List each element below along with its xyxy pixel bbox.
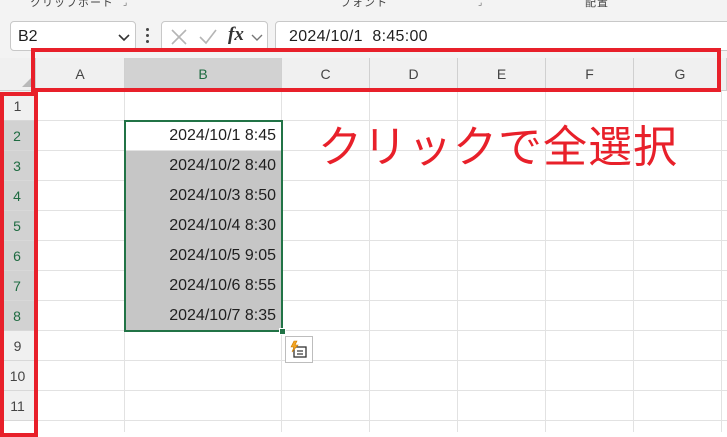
gridline bbox=[36, 420, 727, 421]
ribbon-strip: クリップボード ⌟ フォント ⌟ 配置 bbox=[0, 0, 727, 15]
fx-chevron-down-icon[interactable] bbox=[250, 30, 264, 44]
clipboard-expander-icon[interactable]: ⌟ bbox=[123, 0, 127, 8]
chevron-down-icon[interactable] bbox=[117, 30, 131, 44]
font-expander-icon[interactable]: ⌟ bbox=[478, 0, 482, 8]
ribbon-group-clipboard[interactable]: クリップボード bbox=[30, 0, 114, 10]
annotation-text: クリックで全選択 bbox=[318, 122, 678, 173]
cancel-x-icon[interactable] bbox=[170, 28, 188, 46]
row-header-7[interactable]: 7 bbox=[0, 271, 36, 301]
column-header-e[interactable]: E bbox=[458, 58, 546, 91]
row-header-10[interactable]: 10 bbox=[0, 361, 36, 391]
column-header-a[interactable]: A bbox=[36, 58, 125, 91]
row-header-2[interactable]: 2 bbox=[0, 121, 36, 151]
cell-b4[interactable]: 2024/10/3 8:50 bbox=[125, 181, 282, 211]
formula-bar: B2 fx 2024/10/1 8:45:00 bbox=[0, 14, 727, 58]
column-header-d[interactable]: D bbox=[370, 58, 458, 91]
fill-handle[interactable] bbox=[279, 328, 286, 335]
gridline bbox=[36, 390, 727, 391]
quick-analysis-icon[interactable] bbox=[285, 336, 313, 363]
gridline bbox=[721, 91, 722, 432]
gridline bbox=[36, 360, 727, 361]
formula-input[interactable]: 2024/10/1 8:45:00 bbox=[275, 21, 727, 51]
select-all-button[interactable] bbox=[0, 58, 36, 91]
cell-b2[interactable]: 2024/10/1 8:45 bbox=[125, 121, 282, 151]
row-header-8[interactable]: 8 bbox=[0, 301, 36, 331]
cell-b5[interactable]: 2024/10/4 8:30 bbox=[125, 211, 282, 241]
row-header-9[interactable]: 9 bbox=[0, 331, 36, 361]
column-header-g[interactable]: G bbox=[634, 58, 727, 91]
row-header-11[interactable]: 11 bbox=[0, 391, 36, 421]
column-header-f[interactable]: F bbox=[546, 58, 634, 91]
more-options-icon[interactable] bbox=[146, 26, 150, 46]
row-header-3[interactable]: 3 bbox=[0, 151, 36, 181]
row-header-1[interactable]: 1 bbox=[0, 91, 36, 121]
cell-b3[interactable]: 2024/10/2 8:40 bbox=[125, 151, 282, 181]
row-header-6[interactable]: 6 bbox=[0, 241, 36, 271]
checkmark-icon[interactable] bbox=[198, 28, 218, 46]
formula-text[interactable]: 2024/10/1 8:45:00 bbox=[289, 28, 428, 46]
row-header-4[interactable]: 4 bbox=[0, 181, 36, 211]
cell-b7[interactable]: 2024/10/6 8:55 bbox=[125, 271, 282, 301]
cell-b6[interactable]: 2024/10/5 9:05 bbox=[125, 241, 282, 271]
ribbon-group-font[interactable]: フォント bbox=[340, 0, 388, 10]
formula-buttons: fx bbox=[161, 21, 268, 51]
cell-b8[interactable]: 2024/10/7 8:35 bbox=[125, 301, 282, 331]
name-box[interactable]: B2 bbox=[10, 21, 136, 51]
name-box-value[interactable]: B2 bbox=[18, 28, 38, 46]
ribbon-group-alignment[interactable]: 配置 bbox=[585, 0, 609, 10]
row-header-5[interactable]: 5 bbox=[0, 211, 36, 241]
column-header-b[interactable]: B bbox=[125, 58, 282, 91]
column-header-c[interactable]: C bbox=[282, 58, 370, 91]
fx-icon[interactable]: fx bbox=[228, 24, 244, 46]
